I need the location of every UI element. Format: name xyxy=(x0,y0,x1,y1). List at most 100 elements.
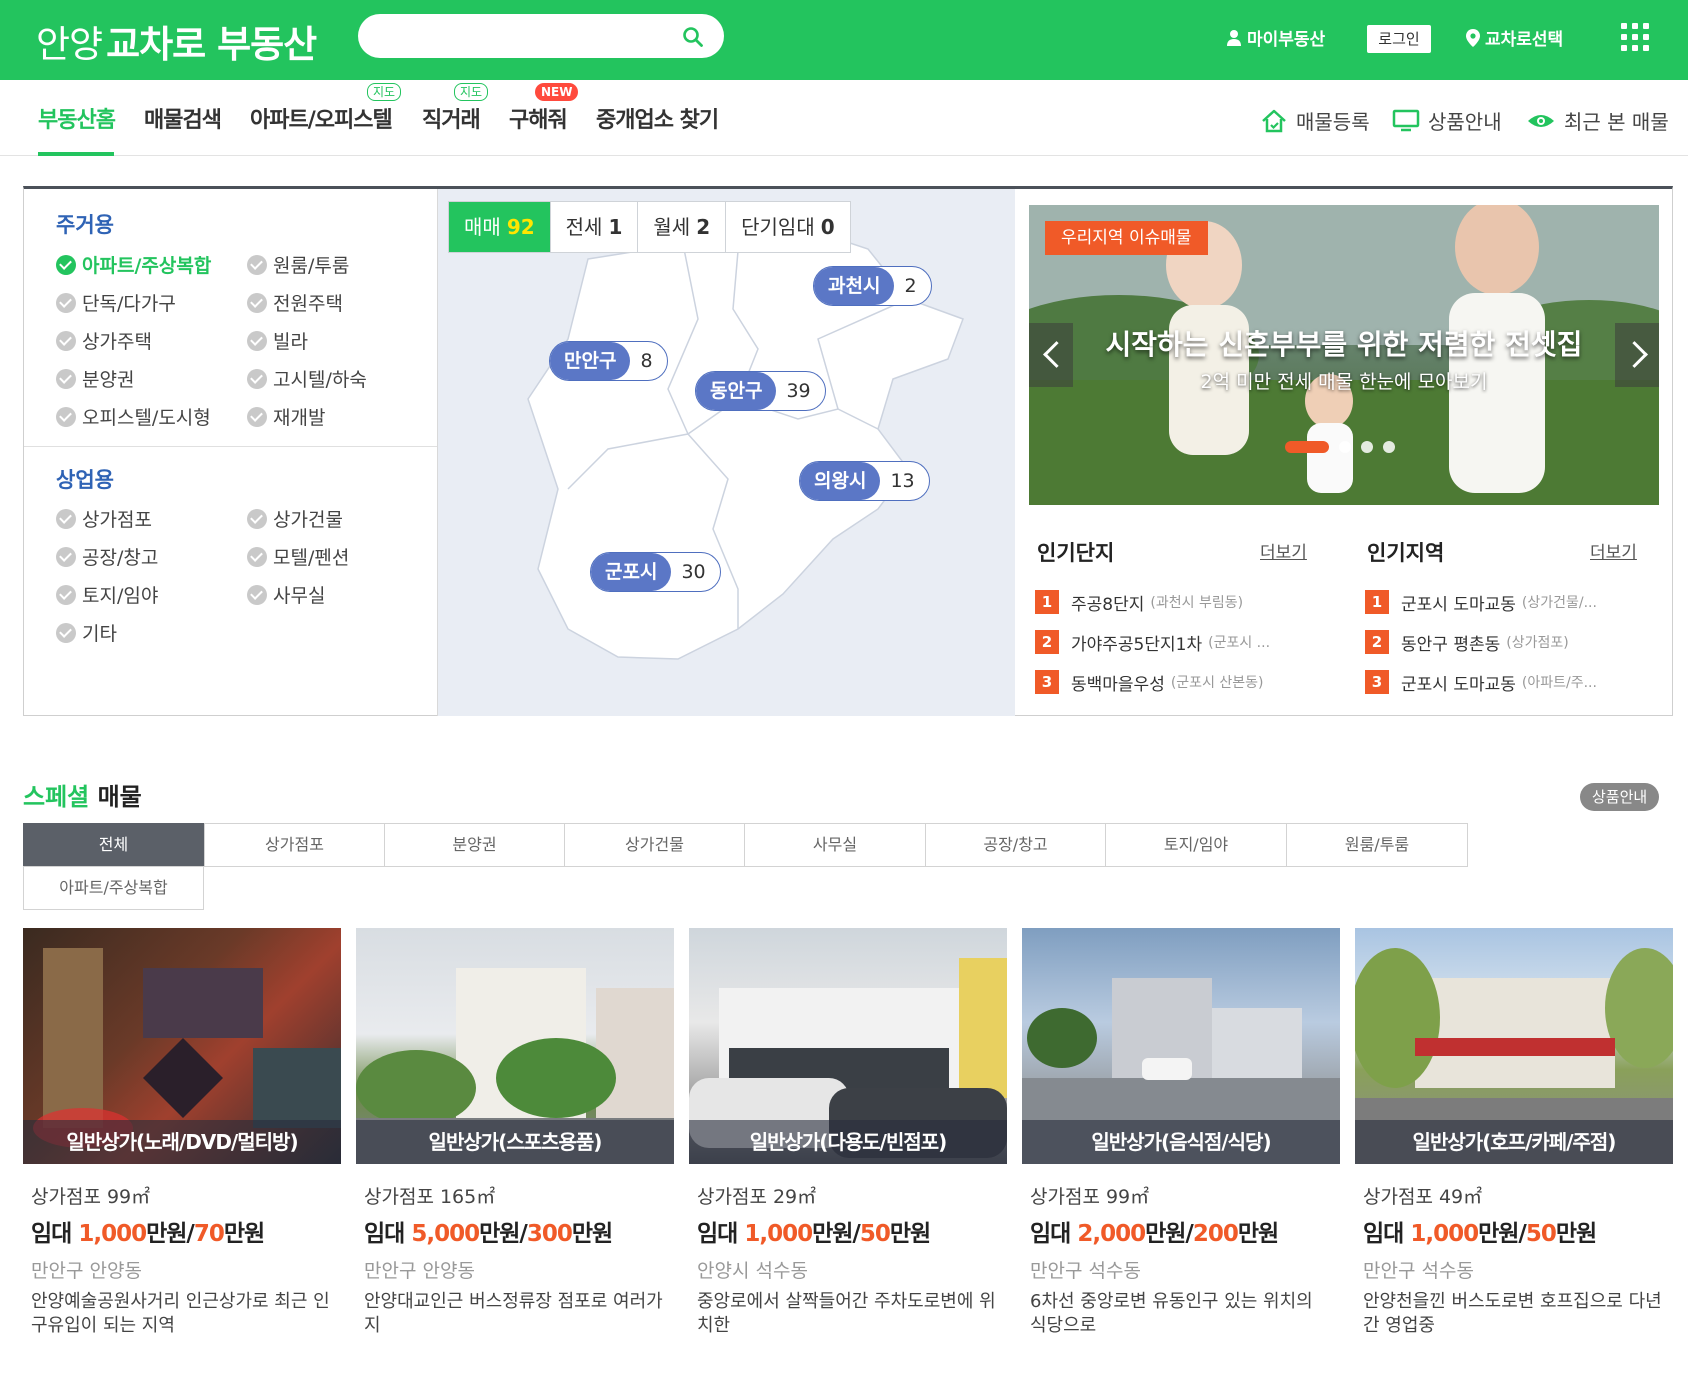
tab-label: 단기임대 xyxy=(741,215,815,239)
check-icon xyxy=(56,406,76,427)
listing-photo[interactable]: 일반상가(노래/DVD/멀티방) xyxy=(23,928,341,1164)
popular-complex-item[interactable]: 2 가야주공5단지1차 (군포시 ... xyxy=(1035,629,1320,655)
category-shop-house[interactable]: 상가주택 xyxy=(56,327,152,354)
category-officetel[interactable]: 오피스텔/도시형 xyxy=(56,403,211,430)
category-apartment[interactable]: 아파트/주상복합 xyxy=(56,251,211,278)
page-dot-active[interactable] xyxy=(1285,441,1329,453)
listing-type: 상가점포 99㎡ xyxy=(1030,1186,1150,1208)
listing-card[interactable]: 일반상가(다용도/빈점포) 상가점포 29㎡ 임대 1,000만원/50만원 안… xyxy=(689,928,1007,1336)
special-tab-land[interactable]: 토지/임야 xyxy=(1105,823,1287,867)
price-deal: 임대 xyxy=(31,1221,79,1247)
category-oneroom[interactable]: 원룸/투룸 xyxy=(247,251,349,278)
page-dot[interactable] xyxy=(1383,441,1395,453)
banner-next-arrow-icon[interactable] xyxy=(1615,323,1659,387)
rank-badge: 1 xyxy=(1035,590,1059,614)
special-tab-office[interactable]: 사무실 xyxy=(744,823,926,867)
recent-viewed-link[interactable]: 최근 본 매물 xyxy=(1526,106,1669,135)
tab-jeonse[interactable]: 전세 1 xyxy=(551,202,639,252)
special-tab-presale[interactable]: 분양권 xyxy=(384,823,565,867)
category-gositel[interactable]: 고시텔/하숙 xyxy=(247,365,367,392)
category-detached[interactable]: 단독/다가구 xyxy=(56,289,176,316)
register-listing-link[interactable]: 매물등록 xyxy=(1260,106,1370,135)
banner-title: 시작하는 신혼부부를 위한 저렴한 전셋집 xyxy=(1105,328,1583,361)
special-tab-shop-building[interactable]: 상가건물 xyxy=(564,823,745,867)
tab-count: 2 xyxy=(696,215,711,239)
listing-photo[interactable]: 일반상가(스포츠용품) xyxy=(356,928,674,1164)
region-manan[interactable]: 만안구 8 xyxy=(549,341,668,381)
category-land[interactable]: 토지/임야 xyxy=(56,581,158,608)
listing-photo[interactable]: 일반상가(호프/카페/주점) xyxy=(1355,928,1673,1164)
check-icon xyxy=(247,254,267,275)
page-dot[interactable] xyxy=(1339,441,1351,453)
page-dot[interactable] xyxy=(1361,441,1373,453)
special-tab-factory[interactable]: 공장/창고 xyxy=(925,823,1106,867)
nav-item-apartment[interactable]: 아파트/오피스텔 xyxy=(250,102,393,134)
category-villa[interactable]: 빌라 xyxy=(247,327,308,354)
category-country-house[interactable]: 전원주택 xyxy=(247,289,343,316)
category-shop[interactable]: 상가점포 xyxy=(56,505,152,532)
category-label: 모텔/펜션 xyxy=(273,547,350,569)
listing-type: 상가점포 99㎡ xyxy=(31,1186,151,1208)
check-icon xyxy=(56,330,76,351)
popular-region-more-link[interactable]: 더보기 xyxy=(1590,538,1637,563)
listing-photo[interactable]: 일반상가(음식점/식당) xyxy=(1022,928,1340,1164)
tab-sale[interactable]: 매매 92 xyxy=(449,202,551,252)
listing-caption: 일반상가(노래/DVD/멀티방) xyxy=(23,1120,341,1164)
region-gunpo[interactable]: 군포시 30 xyxy=(590,552,721,592)
eye-icon xyxy=(1528,114,1554,127)
category-etc[interactable]: 기타 xyxy=(56,619,117,646)
listing-card[interactable]: 일반상가(음식점/식당) 상가점포 99㎡ 임대 2,000만원/200만원 만… xyxy=(1022,928,1340,1336)
region-gwacheon[interactable]: 과천시 2 xyxy=(813,266,932,306)
region-count: 30 xyxy=(681,561,706,583)
popular-region-item[interactable]: 1 군포시 도마교동 (상가건물/... xyxy=(1365,589,1650,615)
popular-region-item[interactable]: 3 군포시 도마교동 (아파트/주... xyxy=(1365,669,1650,695)
search-icon[interactable] xyxy=(682,26,704,48)
banner-prev-arrow-icon[interactable] xyxy=(1029,323,1073,387)
price-deposit: 1,000 xyxy=(1410,1221,1479,1247)
nav-item-listing-search[interactable]: 매물검색 xyxy=(144,102,222,134)
special-tab-all[interactable]: 전체 xyxy=(23,823,204,867)
category-redevelopment[interactable]: 재개발 xyxy=(247,403,325,430)
tab-short-term[interactable]: 단기임대 0 xyxy=(726,202,850,252)
special-tab-shop[interactable]: 상가점포 xyxy=(204,823,385,867)
issue-banner[interactable]: 우리지역 이슈매물 시작하는 신혼부부를 위한 저렴한 전셋집 2억 미만 전세… xyxy=(1029,205,1659,505)
listing-card[interactable]: 일반상가(스포츠용품) 상가점포 165㎡ 임대 5,000만원/300만원 만… xyxy=(356,928,674,1336)
site-logo[interactable]: 안양 교차로 부동산 xyxy=(36,14,317,68)
category-factory[interactable]: 공장/창고 xyxy=(56,543,158,570)
special-tab-apartment[interactable]: 아파트/주상복합 xyxy=(23,866,204,910)
item-name: 동안구 평촌동 xyxy=(1401,634,1501,655)
category-office[interactable]: 사무실 xyxy=(247,581,325,608)
search-input[interactable] xyxy=(376,22,676,50)
nav-item-request[interactable]: 구해줘 xyxy=(509,102,568,134)
tab-monthly[interactable]: 월세 2 xyxy=(638,202,727,252)
popular-region-item[interactable]: 2 동안구 평촌동 (상가점포) xyxy=(1365,629,1650,655)
region-select-link[interactable]: 교차로선택 xyxy=(1466,25,1563,50)
region-uiwang[interactable]: 의왕시 13 xyxy=(799,461,930,501)
special-tab-oneroom[interactable]: 원룸/투룸 xyxy=(1286,823,1468,867)
check-icon xyxy=(56,292,76,313)
category-label: 상가주택 xyxy=(82,331,152,353)
price-deposit: 2,000 xyxy=(1077,1221,1146,1247)
login-button[interactable]: 로그인 xyxy=(1367,25,1431,53)
special-info-button[interactable]: 상품안내 xyxy=(1580,783,1660,811)
nav-item-agency-search[interactable]: 중개업소 찾기 xyxy=(596,102,719,134)
all-menu-grid-icon[interactable] xyxy=(1621,23,1649,51)
my-estate-link[interactable]: 마이부동산 xyxy=(1226,25,1325,50)
listing-photo[interactable]: 일반상가(다용도/빈점포) xyxy=(689,928,1007,1164)
my-estate-label: 마이부동산 xyxy=(1247,30,1326,50)
popular-complex-item[interactable]: 3 동백마을우성 (군포시 산본동) xyxy=(1035,669,1320,695)
product-info-link[interactable]: 상품안내 xyxy=(1392,106,1502,135)
category-presale[interactable]: 분양권 xyxy=(56,365,134,392)
nav-item-home[interactable]: 부동산홈 xyxy=(38,102,116,134)
region-dongan[interactable]: 동안구 39 xyxy=(695,371,826,411)
tab-count: 0 xyxy=(820,215,835,239)
banner-tag: 우리지역 이슈매물 xyxy=(1045,221,1208,255)
category-shop-building[interactable]: 상가건물 xyxy=(247,505,343,532)
region-name: 의왕시 xyxy=(800,462,881,500)
category-motel[interactable]: 모텔/펜션 xyxy=(247,543,349,570)
nav-item-direct-deal[interactable]: 직거래 xyxy=(422,102,481,134)
popular-complex-item[interactable]: 1 주공8단지 (과천시 부림동) xyxy=(1035,589,1320,615)
listing-card[interactable]: 일반상가(호프/카페/주점) 상가점포 49㎡ 임대 1,000만원/50만원 … xyxy=(1355,928,1673,1336)
listing-card[interactable]: 일반상가(노래/DVD/멀티방) 상가점포 99㎡ 임대 1,000만원/70만… xyxy=(23,928,341,1336)
popular-complex-more-link[interactable]: 더보기 xyxy=(1260,538,1307,563)
